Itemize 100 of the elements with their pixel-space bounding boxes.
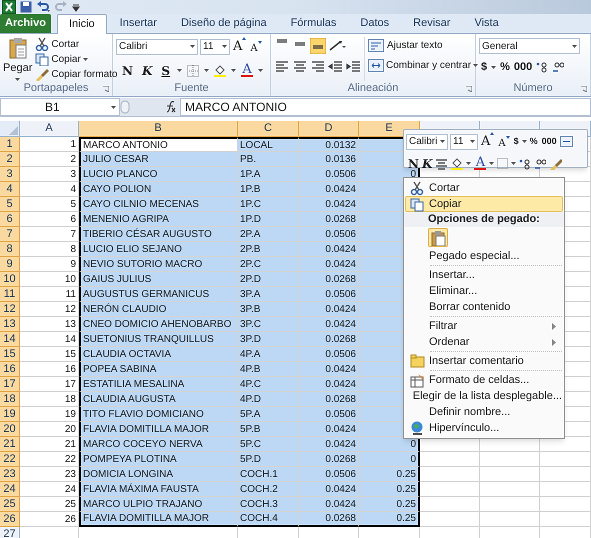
table-cell: 0.0424 [299,317,359,332]
table-cell: 0.0424 [299,482,359,497]
table-cell: 0.0424 [299,437,359,452]
table-cell: MENENIO AGRIPA [79,212,238,227]
table-cell: 0.0424 [299,302,359,317]
table-cell: POPEA SABINA [79,362,238,377]
table-cell: NEVIO SUTORIO MACRO [79,257,238,272]
table-cell: 16 [20,362,79,377]
table-cell: 0.0268 [299,332,359,347]
table-cell: 14 [20,332,79,347]
table-cell: 4P.A [238,347,299,362]
table-cell: 3P.B [238,302,299,317]
table-cell: MARCO ULPIO TRAJANO [79,497,238,512]
table-cell: 21 [20,437,79,452]
table-cell: 4P.D [238,392,299,407]
table-cell: DOMICIA LONGINA [79,467,238,482]
table-cell: 0.25 [359,512,420,527]
table-cell: SUETONIUS TRANQUILLUS [79,332,238,347]
table-cell: 26 [20,512,79,527]
table-cell: 5 [20,197,79,212]
table-cell: COCH.3 [238,497,299,512]
table-cell: 5P.A [238,407,299,422]
table-cell: 0.0268 [299,452,359,467]
table-cell: 0.0424 [299,497,359,512]
table-cell: 4P.C [238,377,299,392]
group-label: Alineación [348,81,398,96]
table-cell: 0.0268 [299,392,359,407]
table-cell: 0 [359,167,420,182]
table-cell: 5P.B [238,422,299,437]
table-cell: 0.0424 [299,197,359,212]
table-cell: 0.0424 [299,242,359,257]
table-cell: LUCIO PLANCO [79,167,238,182]
table-cell: 1P.A [238,167,299,182]
table-cell: 10 [20,272,79,287]
table-cell: 0.0424 [299,377,359,392]
table-cell: 20 [20,422,79,437]
table-cell: 13 [20,317,79,332]
table-cell: PB. [238,152,299,167]
table-cell: 2P.C [238,257,299,272]
table-cell: NERÓN CLAUDIO [79,302,238,317]
table-cell: AUGUSTUS GERMANICUS [79,287,238,302]
group-label: Número [513,81,553,96]
table-cell: 2P.D [238,272,299,287]
table-cell: 1P.D [238,212,299,227]
table-cell: 4 [20,182,79,197]
table-cell: 0.0506 [299,287,359,302]
table-cell: CLAUDIA AUGUSTA [79,392,238,407]
table-cell: COCH.1 [238,467,299,482]
table-cell: CAYO POLION [79,182,238,197]
table-cell: POMPEYA PLOTINA [79,452,238,467]
table-cell: 11 [20,287,79,302]
table-cell: FLAVIA MÁXIMA FAUSTA [79,482,238,497]
group-label: Fuente [174,81,209,96]
table-cell: 12 [20,302,79,317]
table-cell: 7 [20,227,79,242]
table-cell: 0 [359,452,420,467]
table-cell: ESTATILIA MESALINA [79,377,238,392]
table-cell: 0.0424 [299,257,359,272]
table-cell: 3P.D [238,332,299,347]
table-cell: 0.0506 [299,467,359,482]
table-cell: LOCAL [238,137,299,152]
table-cell: FLAVIA DOMITILLA MAJOR [79,422,238,437]
table-cell: 2 [20,152,79,167]
table-cell: 3P.C [238,317,299,332]
table-cell: 0.0506 [299,347,359,362]
table-cell: 0.0268 [299,272,359,287]
table-cell: 15 [20,347,79,362]
table-cell: COCH.4 [238,512,299,527]
table-cell: MARCO COCEYO NERVA [79,437,238,452]
table-cell: 1 [20,137,79,152]
table-cell: 0.0506 [299,407,359,422]
table-cell: 6 [20,212,79,227]
table-cell: 0.0424 [299,362,359,377]
group-label: Portapapeles [24,81,88,96]
table-cell: 8 [20,242,79,257]
table-cell: JULIO CESAR [79,152,238,167]
table-cell: 4P.B [238,362,299,377]
table-cell: 0.25 [359,467,420,482]
table-cell: CAYO CILNIO MECENAS [79,197,238,212]
table-cell: 2P.A [238,227,299,242]
table-cell: 22 [20,452,79,467]
table-cell: 17 [20,377,79,392]
table-cell: 0.0506 [299,227,359,242]
table-cell: 0.0268 [299,512,359,527]
table-cell: 0.25 [359,497,420,512]
table-cell: 0.0506 [299,167,359,182]
table-cell: 25 [20,497,79,512]
table-cell: LUCIO ELIO SEJANO [79,242,238,257]
table-cell: 2P.B [238,242,299,257]
table-cell: 18 [20,392,79,407]
table-cell: 1P.B [238,182,299,197]
table-cell: GAIUS JULIUS [79,272,238,287]
table-cell: TITO FLAVIO DOMICIANO [79,407,238,422]
table-cell: 19 [20,407,79,422]
table-cell: 0.0424 [299,422,359,437]
table-cell: 0.0424 [299,182,359,197]
table-cell: 9 [20,257,79,272]
table-cell: MARCO ANTONIO [79,137,238,152]
table-cell: 0.0132 [299,137,359,152]
table-cell: 5P.D [238,452,299,467]
